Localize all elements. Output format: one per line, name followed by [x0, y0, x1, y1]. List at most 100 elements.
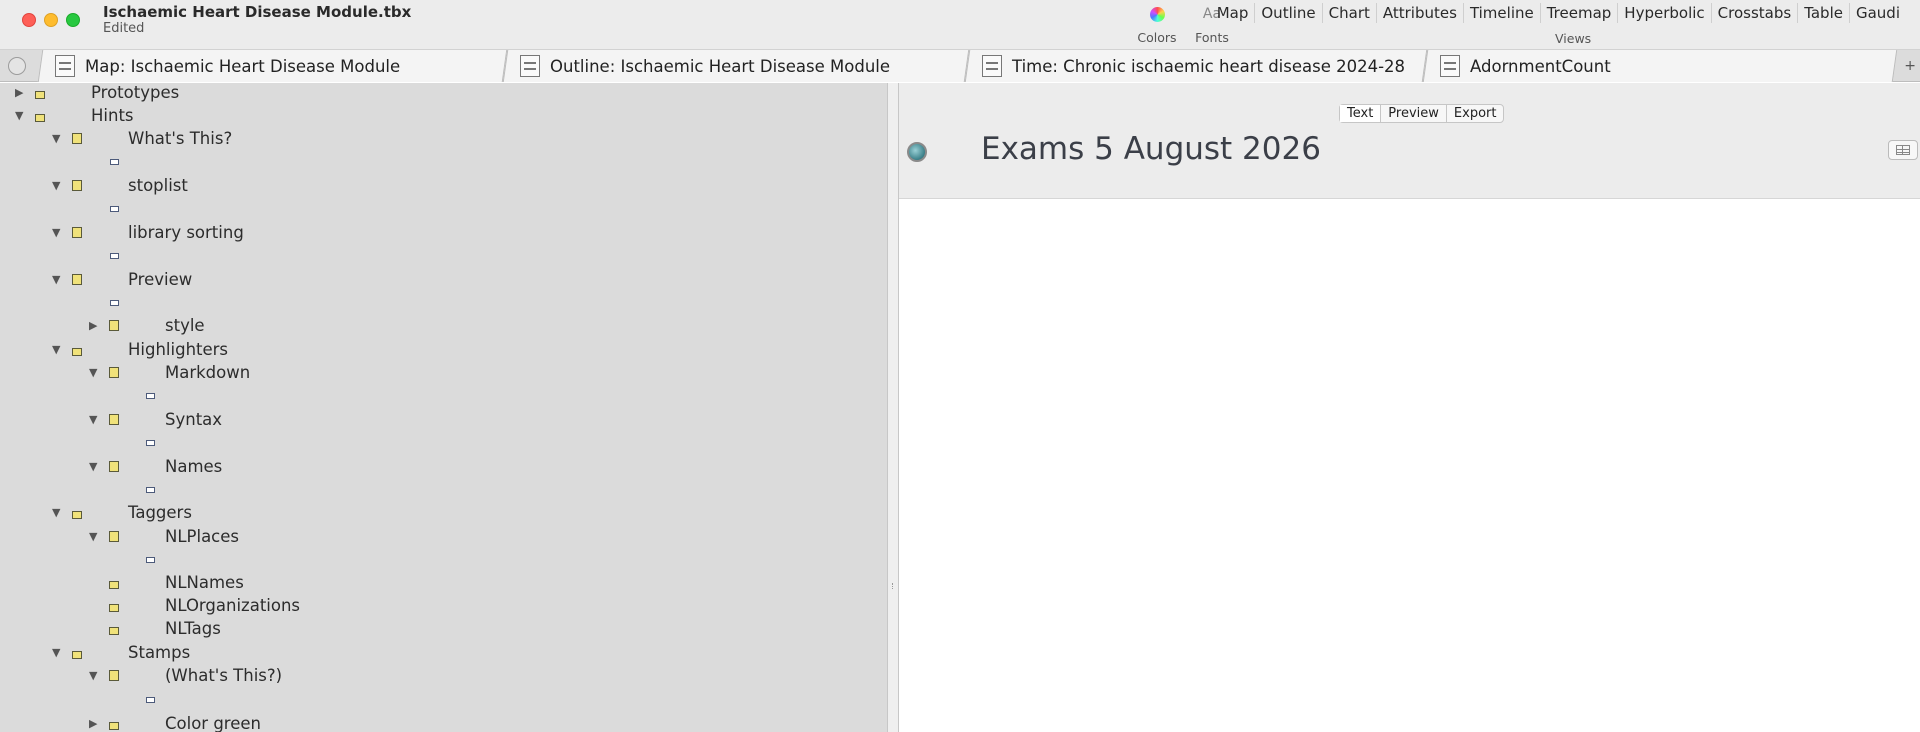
pane-splitter[interactable] — [887, 83, 899, 732]
note-icon — [109, 414, 119, 425]
text-note-icon — [110, 300, 119, 306]
note-icon — [109, 320, 119, 331]
note-icon — [72, 180, 82, 191]
view-outline-button[interactable]: Outline — [1255, 3, 1323, 23]
text-note-icon — [110, 159, 119, 165]
note-icon — [72, 227, 82, 238]
note-title: NLNames — [165, 573, 244, 592]
disclosure-triangle-icon[interactable]: ▼ — [52, 272, 64, 288]
outline-pane[interactable]: ▶ Prototypes ▼ Hints ▼ What's This? ▼ st… — [0, 83, 887, 732]
note-icon — [109, 531, 119, 542]
disclosure-triangle-icon[interactable]: ▼ — [52, 178, 64, 194]
container-note-icon — [109, 581, 119, 589]
note-title: Highlighters — [128, 340, 229, 359]
note-title: (What's This?) — [165, 666, 283, 685]
note-header: Text Preview Export Exams 5 August 2026 — [899, 83, 1920, 199]
disclosure-triangle-icon[interactable]: ▼ — [52, 505, 64, 521]
note-title: library sorting — [128, 223, 244, 242]
note-icon — [72, 274, 82, 285]
note-title: Preview — [128, 270, 193, 289]
note-title: style — [165, 316, 205, 335]
close-window-button[interactable] — [22, 13, 36, 27]
document-status: Edited — [103, 21, 145, 36]
disclosure-triangle-icon[interactable]: ▼ — [89, 529, 101, 545]
disclosure-triangle-icon[interactable]: ▶ — [89, 318, 101, 334]
text-note-icon — [110, 206, 119, 212]
disclosure-triangle-icon[interactable]: ▼ — [52, 645, 64, 661]
view-gaudi-button[interactable]: Gaudi — [1850, 3, 1900, 23]
note-title: Stamps — [128, 643, 191, 662]
export-mode-button[interactable]: Export — [1447, 105, 1504, 122]
note-text-editor[interactable] — [899, 200, 1920, 732]
minimize-window-button[interactable] — [44, 13, 58, 27]
disclosure-triangle-icon[interactable]: ▼ — [89, 668, 101, 684]
splitter-grip-icon[interactable] — [892, 583, 895, 589]
note-title: Markdown — [165, 363, 251, 382]
note-icon — [109, 367, 119, 378]
disclosure-triangle-icon[interactable]: ▼ — [89, 412, 101, 428]
view-attributes-button[interactable]: Attributes — [1377, 3, 1464, 23]
text-mode-switcher: Text Preview Export — [1339, 104, 1505, 123]
tab-bar: Map: Ischaemic Heart Disease Module Outl… — [0, 50, 1920, 82]
outline-view-icon — [520, 55, 540, 77]
text-note-icon — [146, 487, 155, 493]
colors-label: Colors — [1137, 30, 1177, 45]
disclosure-triangle-icon[interactable]: ▼ — [52, 225, 64, 241]
tab-outline[interactable]: Outline: Ischaemic Heart Disease Module — [502, 50, 970, 82]
view-map-button[interactable]: Map — [1211, 3, 1256, 23]
disclosure-triangle-icon[interactable]: ▼ — [89, 365, 101, 381]
note-badge-icon[interactable] — [907, 142, 927, 162]
note-icon — [109, 461, 119, 472]
table-view-icon — [1440, 55, 1460, 77]
container-note-icon — [72, 651, 82, 659]
disclosure-triangle-icon[interactable]: ▶ — [15, 85, 27, 101]
tab-adornment-count[interactable]: AdornmentCount — [1422, 50, 1898, 82]
view-hyperbolic-button[interactable]: Hyperbolic — [1618, 3, 1712, 23]
view-table-button[interactable]: Table — [1798, 3, 1850, 23]
views-switcher: Map Outline Chart Attributes Timeline Tr… — [1211, 3, 1900, 23]
disclosure-triangle-icon[interactable]: ▼ — [52, 131, 64, 147]
note-title: What's This? — [128, 129, 233, 148]
tab-label: Time: Chronic ischaemic heart disease 20… — [1012, 56, 1406, 76]
views-label: Views — [1555, 31, 1592, 46]
fonts-label: Fonts — [1195, 30, 1229, 45]
note-title: Names — [165, 457, 223, 476]
disclosure-triangle-icon[interactable]: ▼ — [52, 342, 64, 358]
view-chart-button[interactable]: Chart — [1323, 3, 1377, 23]
tab-label: Outline: Ischaemic Heart Disease Module — [550, 56, 891, 76]
tab-map[interactable]: Map: Ischaemic Heart Disease Module — [37, 50, 508, 82]
map-view-icon — [55, 55, 75, 77]
tab-timeline[interactable]: Time: Chronic ischaemic heart disease 20… — [964, 50, 1428, 82]
preview-mode-button[interactable]: Preview — [1381, 105, 1447, 122]
timeline-view-icon — [982, 55, 1002, 77]
note-title: Color green — [165, 714, 261, 732]
view-crosstabs-button[interactable]: Crosstabs — [1712, 3, 1799, 23]
text-note-icon — [146, 393, 155, 399]
container-note-icon — [109, 627, 119, 635]
container-note-icon — [109, 604, 119, 612]
text-note-icon — [110, 253, 119, 259]
add-tab-button[interactable]: + — [1904, 58, 1916, 74]
disclosure-triangle-icon[interactable]: ▶ — [89, 716, 101, 732]
note-icon — [72, 133, 82, 144]
disclosure-triangle-icon[interactable]: ▼ — [89, 459, 101, 475]
note-title-heading[interactable]: Exams 5 August 2026 — [981, 131, 1321, 167]
note-title: NLTags — [165, 619, 221, 638]
text-note-icon — [146, 697, 155, 703]
note-title: Taggers — [128, 503, 192, 522]
container-note-icon — [72, 348, 82, 356]
tab-overview-icon[interactable] — [8, 57, 26, 75]
note-title: Hints — [91, 106, 134, 125]
view-treemap-button[interactable]: Treemap — [1541, 3, 1619, 23]
view-timeline-button[interactable]: Timeline — [1464, 3, 1541, 23]
text-mode-button[interactable]: Text — [1340, 105, 1382, 122]
text-note-icon — [146, 557, 155, 563]
container-note-icon — [72, 511, 82, 519]
colors-button[interactable]: Colors — [1132, 4, 1182, 45]
color-wheel-icon — [1149, 6, 1165, 22]
container-note-icon — [109, 722, 119, 730]
note-title: stoplist — [128, 176, 188, 195]
attribute-table-button[interactable] — [1888, 140, 1918, 160]
disclosure-triangle-icon[interactable]: ▼ — [15, 108, 27, 124]
zoom-window-button[interactable] — [66, 13, 80, 27]
